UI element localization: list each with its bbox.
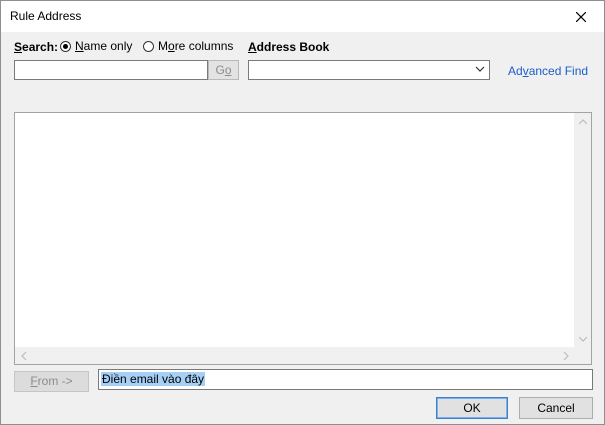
from-button[interactable]: From ->	[14, 371, 89, 392]
title-bar: Rule Address	[1, 1, 604, 32]
ok-button[interactable]: OK	[436, 397, 508, 419]
scroll-left-icon[interactable]	[15, 347, 32, 364]
radio-name-only[interactable]: Name only	[60, 39, 132, 53]
address-book-label: Address Book	[248, 40, 330, 54]
radio-dot	[143, 40, 154, 52]
from-input[interactable]: Điền email vào đây	[98, 369, 593, 390]
search-label: Search:	[14, 40, 59, 54]
window-title: Rule Address	[10, 9, 82, 23]
address-book-dropdown[interactable]	[248, 60, 490, 80]
results-list[interactable]	[14, 112, 592, 365]
from-input-value: Điền email vào đây	[101, 372, 206, 386]
horizontal-scrollbar[interactable]	[15, 347, 574, 364]
rule-address-dialog: Rule Address Search: Name only More colu…	[0, 0, 605, 425]
scroll-right-icon[interactable]	[557, 347, 574, 364]
cancel-button[interactable]: Cancel	[519, 397, 593, 419]
scroll-down-icon[interactable]	[574, 330, 591, 347]
radio-more-columns[interactable]: More columns	[143, 39, 233, 53]
radio-more-columns-label: More columns	[158, 39, 234, 53]
close-button[interactable]	[558, 1, 604, 32]
radio-dot-selected	[60, 40, 71, 52]
radio-name-only-label: Name only	[75, 39, 133, 53]
search-input[interactable]	[14, 60, 208, 80]
scroll-up-icon[interactable]	[574, 113, 591, 130]
chevron-down-icon	[475, 66, 485, 72]
vertical-scrollbar[interactable]	[574, 113, 591, 347]
advanced-find-link[interactable]: Advanced Find	[508, 64, 588, 78]
close-icon	[576, 11, 586, 22]
scrollbar-corner	[574, 347, 591, 364]
go-button[interactable]: Go	[208, 60, 239, 80]
